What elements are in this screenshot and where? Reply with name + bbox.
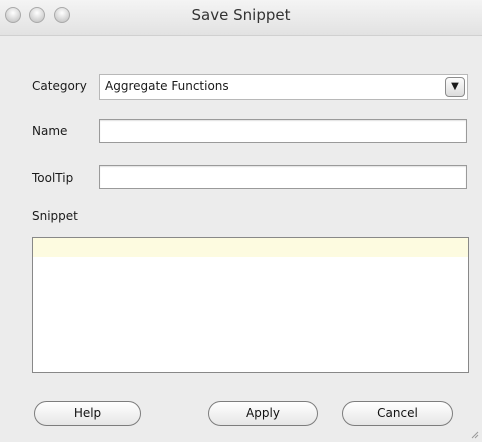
category-select[interactable]: Aggregate Functions ▼: [99, 74, 468, 100]
resize-grip-icon[interactable]: [470, 430, 479, 439]
cancel-button[interactable]: Cancel: [342, 401, 453, 426]
category-label: Category: [32, 79, 87, 93]
snippet-label: Snippet: [32, 209, 78, 223]
apply-button[interactable]: Apply: [208, 401, 318, 426]
snippet-textarea[interactable]: [32, 237, 469, 373]
current-line-highlight: [33, 238, 468, 257]
title-bar: Save Snippet: [0, 0, 482, 36]
name-label: Name: [32, 124, 68, 138]
window-title: Save Snippet: [191, 6, 291, 24]
name-field[interactable]: [99, 119, 467, 143]
tooltip-field[interactable]: [99, 165, 467, 189]
help-button[interactable]: Help: [34, 401, 141, 426]
category-select-value: Aggregate Functions: [105, 79, 229, 93]
tooltip-label: ToolTip: [32, 171, 74, 185]
chevron-down-icon[interactable]: ▼: [445, 77, 465, 97]
